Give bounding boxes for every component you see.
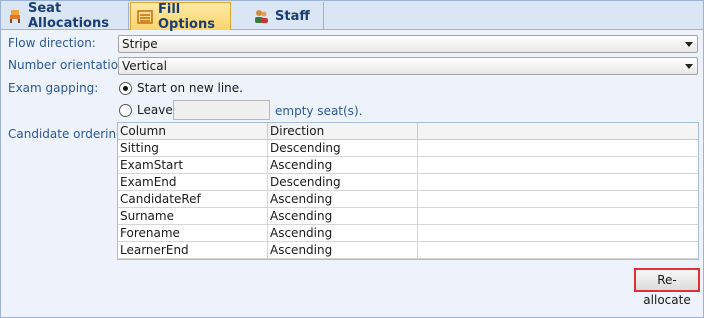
candidate-ordering-grid: Column Direction Sitting Descending Exam… bbox=[117, 122, 699, 260]
direction-header[interactable]: Direction bbox=[268, 123, 418, 140]
fill-options-panel: Flow direction: Stripe Number orientatio… bbox=[1, 31, 703, 317]
column-cell: CandidateRef bbox=[118, 191, 268, 207]
re-allocate-button[interactable]: Re-allocate bbox=[634, 268, 700, 307]
tab-label: Staff bbox=[275, 8, 310, 24]
leave-label: Leave bbox=[137, 103, 173, 117]
direction-cell: Ascending bbox=[268, 208, 418, 224]
empty-cell bbox=[418, 191, 698, 207]
tab-seat-allocations[interactable]: Seat Allocations bbox=[1, 1, 129, 31]
start-new-line-radio[interactable] bbox=[119, 82, 132, 95]
tab-fill-options[interactable]: Fill Options bbox=[130, 1, 231, 32]
direction-cell: Ascending bbox=[268, 191, 418, 207]
empty-header bbox=[418, 123, 698, 140]
fill-options-icon bbox=[137, 8, 153, 26]
empty-seats-input[interactable] bbox=[173, 100, 270, 120]
column-header[interactable]: Column bbox=[118, 123, 268, 140]
empty-cell bbox=[418, 157, 698, 173]
direction-cell: Ascending bbox=[268, 242, 418, 258]
table-row[interactable]: Forename Ascending bbox=[118, 225, 698, 242]
seat-icon bbox=[7, 7, 23, 25]
tab-label: Fill Options bbox=[158, 1, 215, 32]
table-row[interactable]: ExamStart Ascending bbox=[118, 157, 698, 174]
chevron-down-icon bbox=[685, 64, 693, 69]
candidate-ordering-label: Candidate ordering: bbox=[8, 127, 128, 141]
column-cell: LearnerEnd bbox=[118, 242, 268, 258]
empty-cell bbox=[418, 225, 698, 241]
flow-direction-select[interactable]: Stripe bbox=[118, 35, 698, 53]
column-cell: Sitting bbox=[118, 140, 268, 156]
empty-cell bbox=[418, 174, 698, 190]
direction-cell: Ascending bbox=[268, 157, 418, 173]
table-row[interactable]: CandidateRef Ascending bbox=[118, 191, 698, 208]
staff-icon bbox=[252, 7, 270, 25]
flow-direction-value: Stripe bbox=[122, 37, 158, 51]
tab-strip: Seat Allocations Fill Options Staff bbox=[1, 1, 703, 32]
exam-gapping-label: Exam gapping: bbox=[8, 81, 99, 95]
column-cell: Surname bbox=[118, 208, 268, 224]
column-cell: ExamEnd bbox=[118, 174, 268, 190]
tab-staff[interactable]: Staff bbox=[232, 2, 324, 30]
number-orientation-label: Number orientation: bbox=[8, 58, 130, 72]
number-orientation-select[interactable]: Vertical bbox=[118, 57, 698, 75]
direction-cell: Descending bbox=[268, 174, 418, 190]
empty-cell bbox=[418, 140, 698, 156]
flow-direction-label: Flow direction: bbox=[8, 36, 96, 50]
empty-cell bbox=[418, 208, 698, 224]
column-cell: Forename bbox=[118, 225, 268, 241]
direction-cell: Descending bbox=[268, 140, 418, 156]
tab-label: Seat Allocations bbox=[28, 1, 109, 31]
table-row[interactable]: LearnerEnd Ascending bbox=[118, 242, 698, 259]
table-row[interactable]: Sitting Descending bbox=[118, 140, 698, 157]
column-cell: ExamStart bbox=[118, 157, 268, 173]
table-row[interactable]: Surname Ascending bbox=[118, 208, 698, 225]
direction-cell: Ascending bbox=[268, 225, 418, 241]
start-new-line-label: Start on new line. bbox=[137, 81, 243, 95]
table-row[interactable]: ExamEnd Descending bbox=[118, 174, 698, 191]
chevron-down-icon bbox=[685, 42, 693, 47]
leave-seats-radio[interactable] bbox=[119, 104, 132, 117]
fill-options-window: Seat Allocations Fill Options Staff Flow… bbox=[0, 0, 704, 318]
empty-seats-suffix: empty seat(s). bbox=[275, 104, 363, 118]
number-orientation-value: Vertical bbox=[122, 59, 167, 73]
empty-cell bbox=[418, 242, 698, 258]
